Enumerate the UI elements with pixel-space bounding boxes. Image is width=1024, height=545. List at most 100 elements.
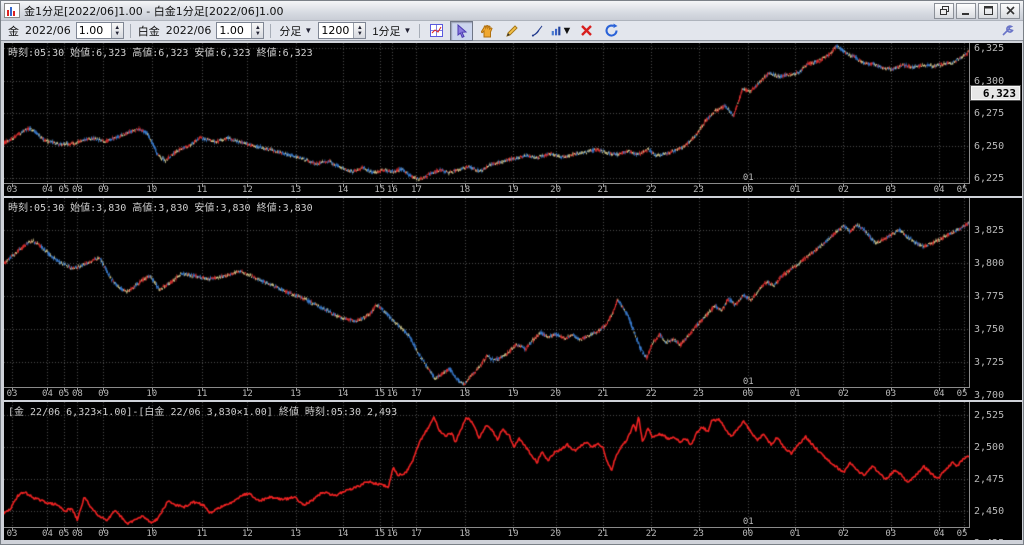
time-axis-label: 04 <box>42 529 53 539</box>
time-axis-label: 12 <box>242 529 253 539</box>
platinum-price-axis[interactable]: 3,830 3,8253,8003,7753,7503,7253,700 <box>969 198 1022 400</box>
time-axis-label: 00 <box>742 389 754 399</box>
gold-chart-ohlc-readout: 時刻:05:30 始値:6,323 高値:6,323 安値:6,323 終値:6… <box>8 48 313 59</box>
gold-multiplier-input[interactable] <box>76 24 111 37</box>
price-axis-label: 3,775 <box>974 290 1005 302</box>
toolbar-separator <box>270 23 272 38</box>
pencil-tool-button[interactable] <box>500 21 523 41</box>
price-axis-label: 3,800 <box>974 257 1005 269</box>
minimize-button[interactable] <box>956 2 976 19</box>
timeframe-dropdown[interactable]: 1分足 ▼ <box>370 23 413 39</box>
spread-line-chart[interactable] <box>4 402 970 528</box>
platinum-candlestick-chart[interactable] <box>4 198 970 388</box>
time-axis-label: 14 <box>337 389 349 399</box>
maximize-button[interactable] <box>978 2 998 19</box>
spread-chart-panel: [金 22/06 6,323×1.00]-[白金 22/06 3,830×1.0… <box>4 402 1022 540</box>
chart-area: 時刻:05:30 始値:6,323 高値:6,323 安値:6,323 終値:6… <box>1 41 1023 544</box>
time-axis-label: 01 <box>789 185 801 195</box>
select-cursor-tool-button[interactable] <box>450 20 474 41</box>
bar-count-input[interactable] <box>319 24 354 37</box>
time-axis-label: 02 <box>838 529 849 539</box>
time-axis-label: 21 <box>597 389 609 399</box>
platinum-multiplier-input[interactable] <box>217 24 252 37</box>
float-window-button[interactable] <box>934 2 954 19</box>
time-axis[interactable]: 03 04 05 08 09 10 11 12 13 14 15 16 17 18 19 20 21 22 23 00… <box>4 527 970 540</box>
chart-type-dropdown-button[interactable]: ▼ <box>550 21 573 41</box>
price-axis-label: 6,250 <box>974 140 1005 152</box>
time-axis-label: 02 <box>838 185 849 195</box>
platinum-contract-month[interactable]: 2022/06 <box>166 24 212 37</box>
spread-price-axis[interactable]: 2,493 2,5252,5002,4752,4502,425 <box>969 402 1022 540</box>
crosshair-chart-tool-button[interactable] <box>425 21 448 41</box>
time-axis-label: 03 <box>6 185 18 195</box>
time-axis-label: 19 <box>507 529 519 539</box>
time-axis-label: 21 <box>597 185 609 195</box>
time-axis-label: 03 <box>885 389 897 399</box>
spinner-arrows-icon[interactable]: ▲ ▼ <box>353 23 366 38</box>
price-axis-label: 6,300 <box>974 75 1005 87</box>
price-axis-label: 2,475 <box>974 474 1005 486</box>
time-axis-label: 13 <box>290 389 302 399</box>
date-change-marker: 01 <box>742 173 754 183</box>
bar-count-spinner[interactable]: ▲▼ <box>318 22 367 39</box>
price-axis-label: 2,500 <box>974 442 1005 454</box>
time-axis-label: 09 <box>98 529 109 539</box>
time-axis-label: 16 <box>386 185 398 195</box>
time-axis-label: 08 <box>71 529 83 539</box>
gold-contract-month[interactable]: 2022/06 <box>25 24 71 37</box>
time-axis-label: 05 <box>956 185 968 195</box>
time-axis-label: 19 <box>507 185 519 195</box>
platinum-chart-panel: 時刻:05:30 始値:3,830 高値:3,830 安値:3,830 終値:3… <box>4 198 1022 400</box>
gold-multiplier-spinner[interactable]: ▲▼ <box>75 22 124 39</box>
time-axis-label: 04 <box>933 185 945 195</box>
refresh-button[interactable] <box>600 21 623 41</box>
chevron-down-icon: ▼ <box>304 26 313 35</box>
period-type-dropdown[interactable]: 分足 ▼ <box>277 23 314 39</box>
price-axis-label: 3,825 <box>974 224 1005 236</box>
time-axis[interactable]: 03 04 05 08 09 10 11 12 13 14 15 16 17 18 19 20 21 22 23 00… <box>4 183 970 196</box>
gold-price-axis[interactable]: 6,323 6,325 6,300 6,275 6,250 6,225 <box>969 43 1022 196</box>
price-axis-label: 3,750 <box>974 323 1005 335</box>
time-axis-label: 11 <box>196 185 208 195</box>
time-axis-label: 08 <box>71 389 83 399</box>
time-axis-label: 05 <box>58 185 70 195</box>
time-axis-label: 13 <box>290 185 302 195</box>
time-axis-label: 10 <box>146 389 158 399</box>
settings-wrench-button[interactable] <box>995 21 1018 41</box>
price-axis-label: 2,525 <box>974 410 1005 422</box>
time-axis-label: 23 <box>693 529 704 539</box>
time-axis-label: 18 <box>459 529 471 539</box>
gold-last-price-badge: 6,323 <box>971 86 1020 100</box>
time-axis-label: 01 <box>789 389 801 399</box>
price-axis-label: 3,725 <box>974 356 1005 368</box>
pan-hand-tool-button[interactable] <box>475 21 498 41</box>
app-window: 金1分足[2022/06]1.00 - 白金1分足[2022/06]1.00 金… <box>0 0 1024 545</box>
gold-chart-panel: 時刻:05:30 始値:6,323 高値:6,323 安値:6,323 終値:6… <box>4 43 1022 196</box>
date-change-marker: 01 <box>742 377 754 387</box>
time-axis-label: 11 <box>196 389 208 399</box>
time-axis-label: 10 <box>146 185 158 195</box>
time-axis-label: 01 <box>789 529 801 539</box>
time-axis-label: 05 <box>956 389 968 399</box>
pen-tool-button[interactable] <box>525 21 548 41</box>
platinum-chart-ohlc-readout: 時刻:05:30 始値:3,830 高値:3,830 安値:3,830 終値:3… <box>8 203 313 214</box>
price-axis-label: 3,700 <box>974 389 1005 400</box>
time-axis-label: 14 <box>337 529 349 539</box>
time-axis-label: 14 <box>337 185 349 195</box>
time-axis-label: 05 <box>58 389 70 399</box>
close-button[interactable] <box>1000 2 1020 19</box>
platinum-multiplier-spinner[interactable]: ▲▼ <box>216 22 265 39</box>
time-axis-label: 20 <box>550 389 561 399</box>
title-bar[interactable]: 金1分足[2022/06]1.00 - 白金1分足[2022/06]1.00 <box>1 1 1023 21</box>
time-axis[interactable]: 03 04 05 08 09 10 11 12 13 14 15 16 17 18 19 20 21 22 23 00… <box>4 387 970 400</box>
delete-drawing-button[interactable] <box>575 21 598 41</box>
spinner-arrows-icon[interactable]: ▲ ▼ <box>110 23 123 38</box>
time-axis-label: 23 <box>693 185 704 195</box>
time-axis-label: 21 <box>597 529 609 539</box>
price-axis-label: 6,225 <box>974 173 1005 185</box>
platinum-label: 白金 <box>137 24 160 38</box>
spinner-arrows-icon[interactable]: ▲ ▼ <box>251 23 264 38</box>
time-axis-label: 09 <box>98 389 109 399</box>
gold-candlestick-chart[interactable] <box>4 43 970 184</box>
time-axis-label: 15 <box>374 529 386 539</box>
